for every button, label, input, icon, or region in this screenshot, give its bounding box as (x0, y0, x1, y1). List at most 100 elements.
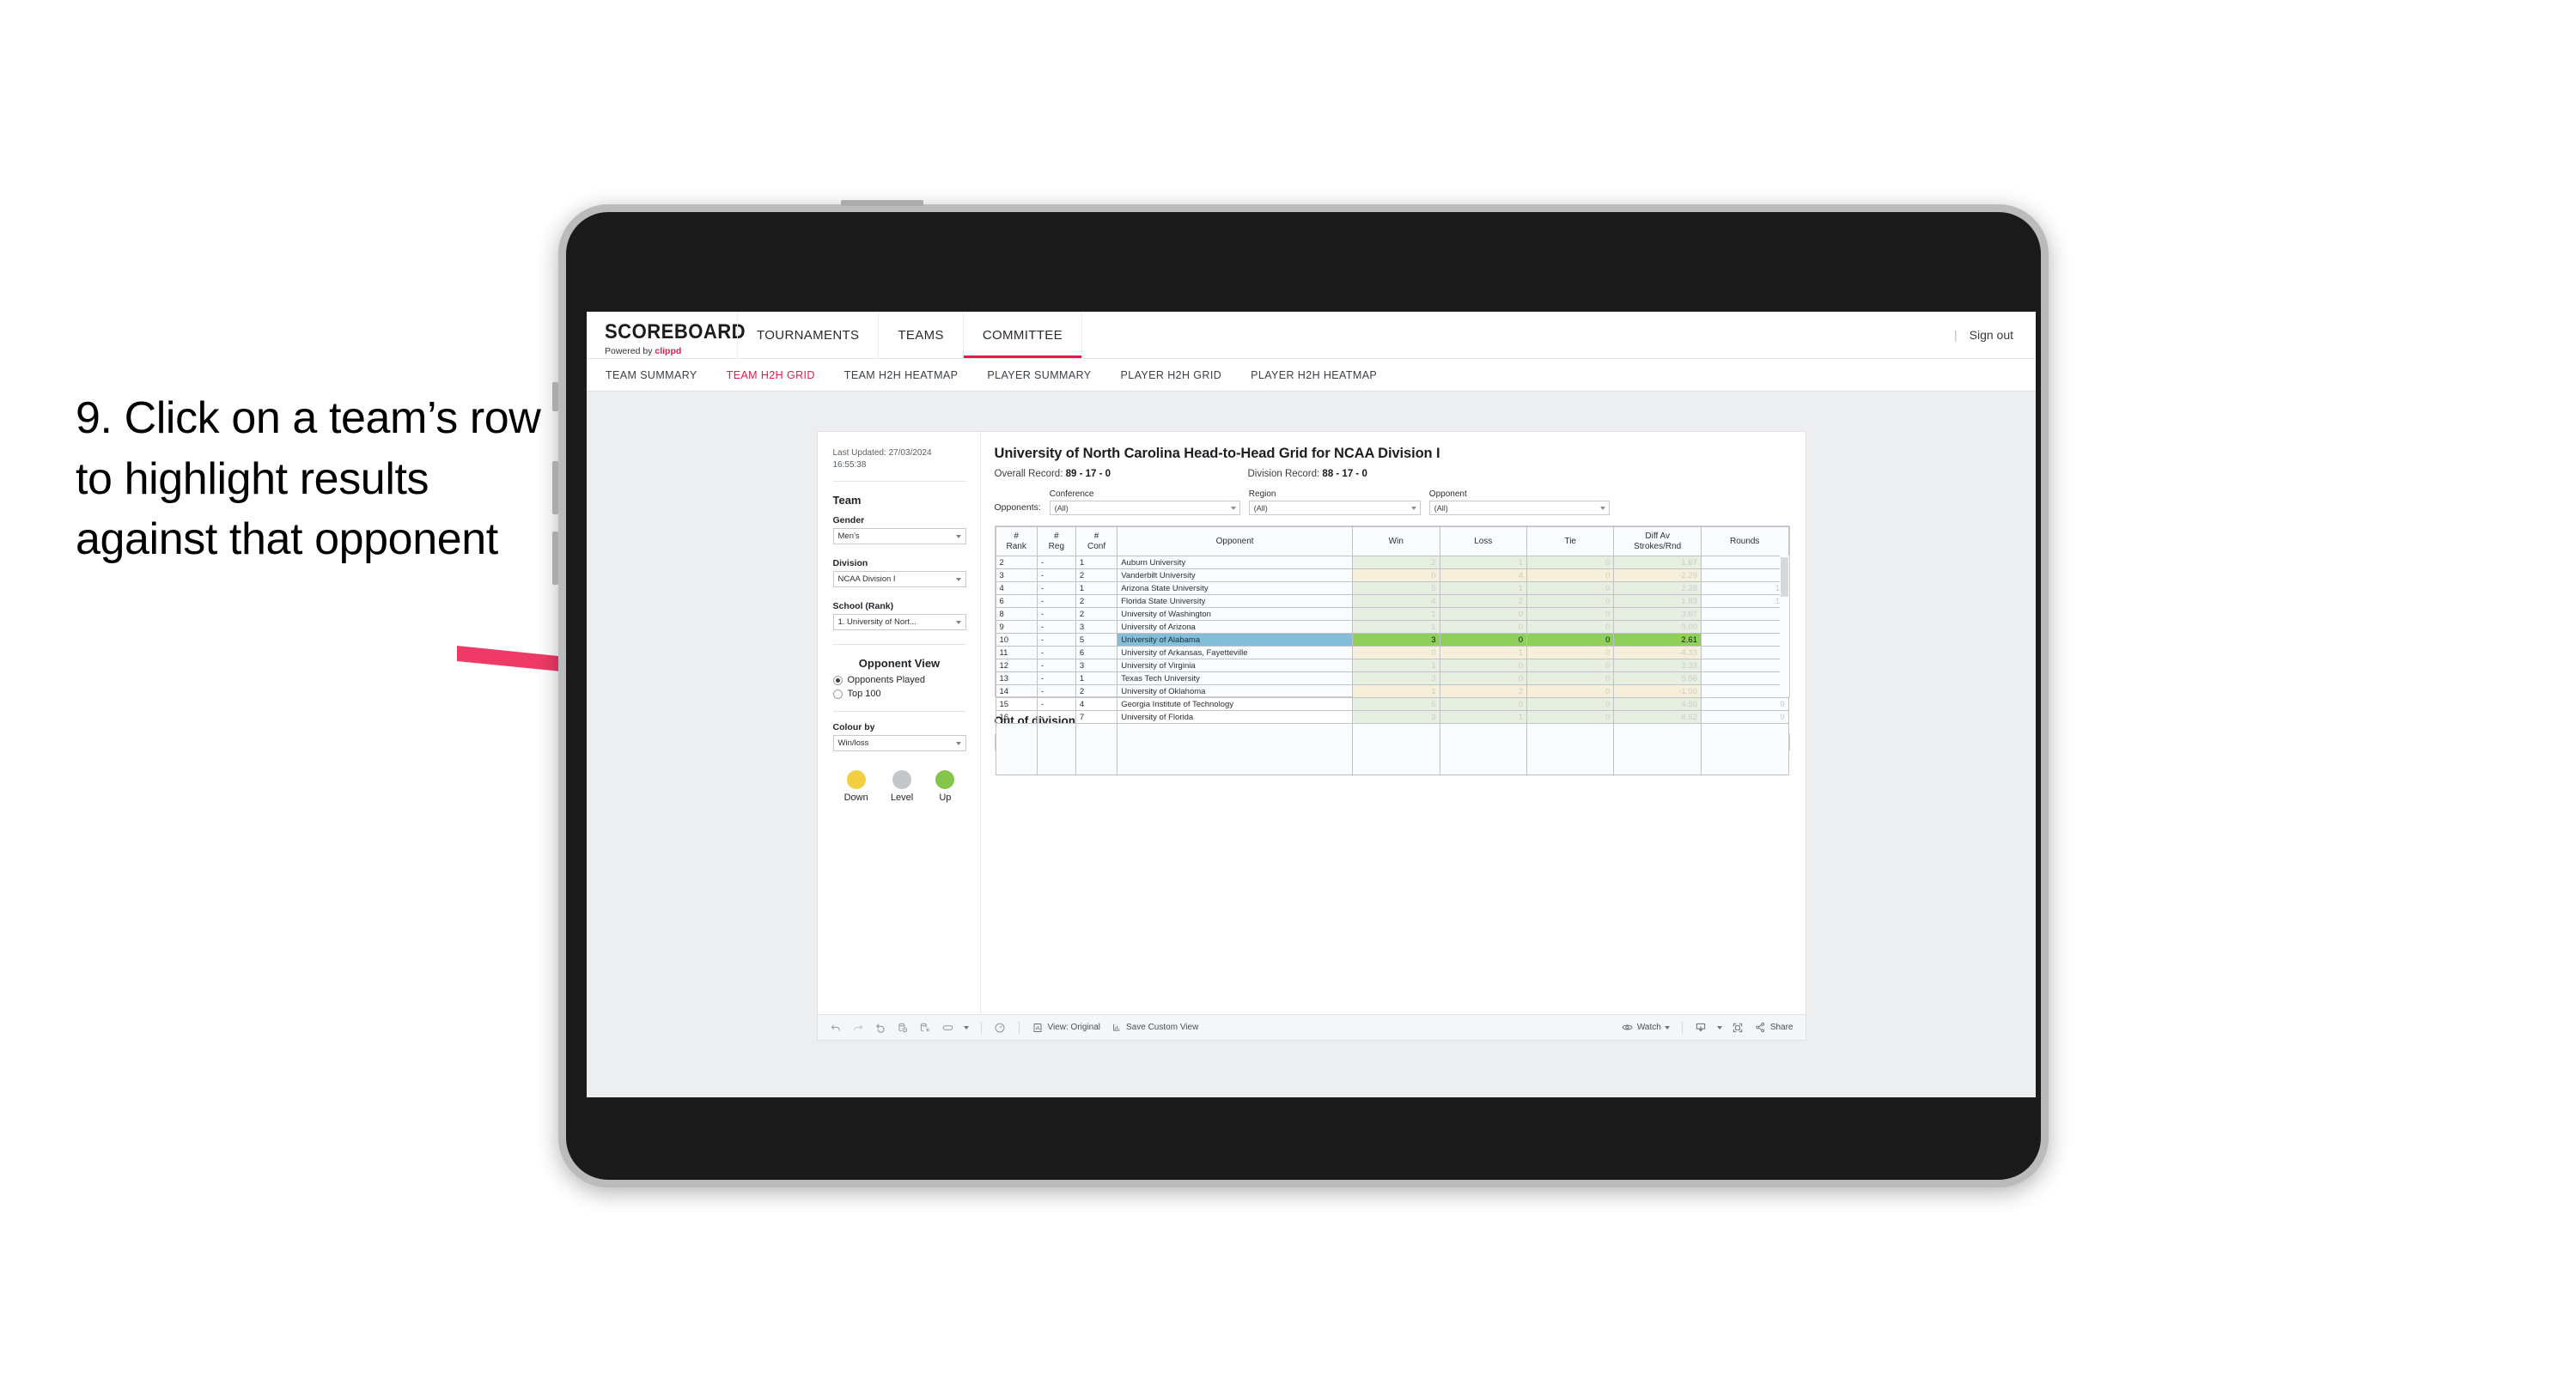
cell-win: 3 (1352, 710, 1440, 724)
col-header-rank[interactable]: # Rank (995, 526, 1038, 556)
revert-icon[interactable] (874, 1021, 887, 1034)
legend-dot-level-icon (892, 770, 912, 789)
table-row[interactable]: 15-4 Georgia Institute of Technology 5 0 0 4.… (995, 697, 1789, 711)
watch-label: Watch (1636, 1023, 1661, 1032)
table-row[interactable]: 13-1Texas Tech University3005.569 (995, 671, 1789, 685)
share-button[interactable]: Share (1754, 1021, 1793, 1034)
filter-opponent-select[interactable]: (All) (1428, 501, 1610, 515)
col-header-conf[interactable]: # Conf (1075, 526, 1118, 556)
col-header-opponent[interactable]: Opponent (1117, 526, 1354, 556)
nav-tab-teams[interactable]: TEAMS (878, 312, 962, 358)
instruction-text: 9. Click on a team’s row to highlight re… (76, 393, 541, 565)
chevron-down-icon[interactable] (963, 1025, 969, 1030)
radio-opponents-played-label: Opponents Played (847, 675, 926, 685)
table-row[interactable]: 14-2University of Oklahoma120-1.009 (995, 684, 1789, 698)
cell-win: 1 (1352, 659, 1440, 672)
cell-reg: - (1036, 710, 1076, 724)
cell-diff: 9.00 (1613, 620, 1702, 634)
col-header-win[interactable]: Win (1352, 526, 1440, 556)
app-logo[interactable]: SCOREBOARD Powered by clippd (587, 312, 746, 358)
col-header-rounds[interactable]: Rounds (1700, 526, 1789, 556)
table-row[interactable]: 8-2University of Washington1003.673 (995, 607, 1789, 621)
toolbar-divider (980, 1021, 982, 1034)
cell-tie: 0 (1526, 646, 1615, 659)
filler-cell (1526, 723, 1615, 775)
cell-win: 3 (1352, 671, 1440, 685)
cell-tie: 0 (1526, 556, 1615, 569)
cell-diff: 4.50 (1613, 697, 1702, 711)
tablet-screen: SCOREBOARD Powered by clippd TOURNAMENTS… (587, 312, 2036, 1097)
table-row[interactable]: 6-2Florida State University4201.8312 (995, 594, 1789, 608)
cell-diff: 1.67 (1613, 556, 1702, 569)
cell-loss: 0 (1439, 659, 1527, 672)
h2h-grid-container[interactable]: # Rank # Reg # Conf Opponent Win Loss Tie D… (994, 525, 1790, 775)
division-select[interactable]: NCAA Division I (832, 571, 966, 587)
cell-rounds: 9 (1700, 556, 1789, 569)
share-icon (1754, 1021, 1767, 1034)
filter-conference-label: Conference (1049, 489, 1094, 499)
col-header-tie[interactable]: Tie (1526, 526, 1615, 556)
scrollbar-thumb[interactable] (1780, 557, 1788, 597)
subnav-player-h2h-heatmap[interactable]: PLAYER H2H HEATMAP (1251, 369, 1377, 381)
signout-link[interactable]: Sign out (1970, 328, 2013, 342)
filter-conference-select[interactable]: (All) (1049, 501, 1240, 515)
grid-vertical-scrollbar[interactable] (1779, 556, 1789, 696)
last-updated-text: Last Updated: 27/03/2024 16:55:38 (832, 447, 966, 482)
subnav-player-summary[interactable]: PLAYER SUMMARY (987, 369, 1091, 381)
school-rank-value: 1. University of Nort... (837, 617, 917, 627)
fullscreen-icon[interactable] (1732, 1021, 1745, 1034)
subnav-team-h2h-heatmap[interactable]: TEAM H2H HEATMAP (844, 369, 959, 381)
chevron-down-icon[interactable] (1716, 1025, 1722, 1030)
filler-cell (1117, 723, 1354, 775)
division-value: NCAA Division I (837, 574, 896, 584)
subnav-team-summary[interactable]: TEAM SUMMARY (606, 369, 697, 381)
school-rank-select[interactable]: 1. University of Nort... (832, 614, 966, 630)
watch-button[interactable]: Watch (1621, 1021, 1670, 1034)
filter-region-select[interactable]: (All) (1248, 501, 1421, 515)
table-row[interactable]: 16-7 University of Florida 3 1 0 6.62 9 (995, 710, 1789, 724)
table-row[interactable]: 2-1Auburn University2101.679 (995, 556, 1789, 569)
undo-icon[interactable] (830, 1021, 843, 1034)
radio-icon (832, 689, 843, 699)
radio-top-100[interactable]: Top 100 (832, 689, 966, 699)
col-header-reg[interactable]: # Reg (1036, 526, 1076, 556)
colour-by-select[interactable]: Win/loss (832, 735, 966, 751)
subnav-player-h2h-grid[interactable]: PLAYER H2H GRID (1121, 369, 1222, 381)
pause-refresh-icon[interactable] (994, 1021, 1007, 1034)
save-custom-view-button[interactable]: Save Custom View (1110, 1021, 1198, 1034)
subnav-team-h2h-grid[interactable]: TEAM H2H GRID (727, 369, 815, 381)
table-row[interactable]: 4-1Arizona State University5102.2817 (995, 581, 1789, 595)
cell-rank: 4 (995, 581, 1038, 595)
refresh-data-icon[interactable] (897, 1021, 910, 1034)
nav-tab-committee[interactable]: COMMITTEE (962, 312, 1082, 358)
nav-tab-tournaments[interactable]: TOURNAMENTS (737, 312, 878, 358)
table-row[interactable]: 12-3University of Virginia1002.333 (995, 659, 1789, 672)
device-layout-icon[interactable] (941, 1021, 954, 1034)
table-row[interactable]: 11-6 University of Arkansas, Fayetteville… (995, 646, 1789, 659)
tablet-device-frame: SCOREBOARD Powered by clippd TOURNAMENTS… (552, 200, 2049, 1188)
view-original-button[interactable]: View: Original (1032, 1021, 1100, 1034)
colour-legend: Down Level Up (833, 770, 966, 803)
filter-opponent-label: Opponent (1428, 489, 1467, 499)
pause-auto-update-icon[interactable] (919, 1021, 932, 1034)
cell-loss: 1 (1439, 646, 1527, 659)
cell-tie: 0 (1526, 671, 1615, 685)
table-row[interactable]: 3-2Vanderbilt University040-2.298 (995, 568, 1789, 582)
download-icon[interactable] (1695, 1021, 1708, 1034)
redo-icon[interactable] (852, 1021, 865, 1034)
cell-conf: 3 (1075, 620, 1118, 634)
app-top-navigation: SCOREBOARD Powered by clippd TOURNAMENTS… (587, 312, 2036, 359)
filter-region-label: Region (1248, 489, 1276, 499)
cell-loss: 0 (1439, 671, 1527, 685)
table-row[interactable]: 10-5University of Alabama3002.618 (995, 633, 1789, 647)
overall-record-label: Overall Record: (994, 469, 1066, 479)
dashboard-canvas: Last Updated: 27/03/2024 16:55:38 Team G… (587, 392, 2036, 1097)
hash-symbol: # (1093, 532, 1099, 541)
radio-opponents-played[interactable]: Opponents Played (832, 675, 966, 685)
col-header-loss[interactable]: Loss (1439, 526, 1527, 556)
gender-select[interactable]: Men’s (832, 528, 966, 544)
table-row[interactable]: 9-3University of Arizona1009.002 (995, 620, 1789, 634)
col-header-diff[interactable]: Diff Av Strokes/Rnd (1613, 526, 1702, 556)
cell-win: 5 (1352, 581, 1440, 595)
cell-win: 1 (1352, 620, 1440, 634)
